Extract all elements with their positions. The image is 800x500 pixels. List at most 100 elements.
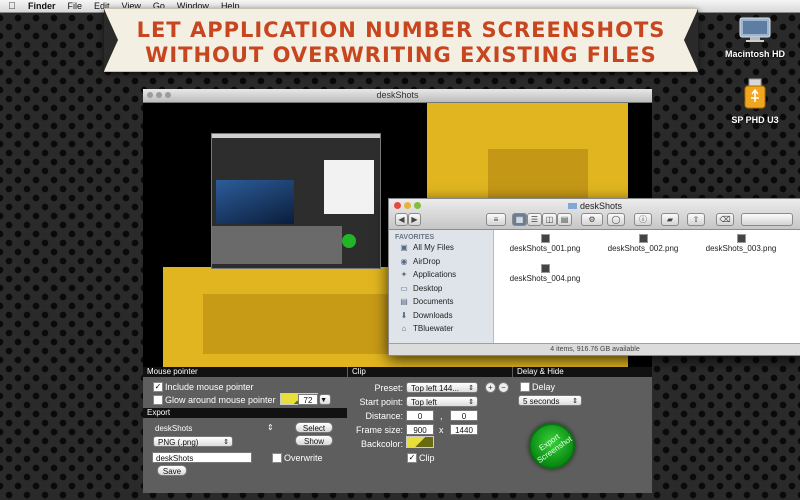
preset-select[interactable]: Top left 144... ⇕ <box>406 382 478 393</box>
sidebar-item-label: All My Files <box>413 243 454 253</box>
action-gear-button[interactable]: ⚙ <box>581 213 603 226</box>
sidebar-item-desktop[interactable]: ▭ Desktop <box>389 282 493 296</box>
overwrite-label: Overwrite <box>284 453 323 463</box>
file-name: deskShots_001.png <box>509 244 581 253</box>
clip-region-ghost-2 <box>203 294 403 354</box>
png-file-icon <box>638 234 648 243</box>
file-item[interactable]: deskShots_003.png <box>696 234 786 253</box>
distance-x-field[interactable]: 0 <box>406 410 434 421</box>
distance-label: Distance: <box>365 411 403 421</box>
nested-finder <box>324 160 374 214</box>
overwrite-checkbox[interactable] <box>272 453 282 463</box>
folder-stepper-icon[interactable]: ⇕ <box>267 423 274 432</box>
list-view-button[interactable]: ☰ <box>527 213 542 226</box>
forward-button[interactable]: ▶ <box>408 213 421 226</box>
icon-view-button[interactable]: ▦ <box>512 213 527 226</box>
delay-hide-header: Delay & Hide <box>513 367 652 377</box>
chevron-updown-icon: ⇕ <box>468 385 474 392</box>
chevron-down-icon: ▼ <box>320 397 327 404</box>
finder-title: deskShots <box>389 201 800 211</box>
back-button[interactable]: ◀ <box>395 213 408 226</box>
usb-drive-desktop-icon[interactable]: SP PHD U3 <box>720 78 790 125</box>
documents-icon: ▤ <box>400 297 408 307</box>
save-button[interactable]: Save <box>157 465 187 476</box>
sidebar-item-home[interactable]: ⌂ TBluewater <box>389 322 493 336</box>
sidebar-item-airdrop[interactable]: ◉ AirDrop <box>389 255 493 269</box>
add-preset-button[interactable]: + <box>485 382 496 393</box>
promo-banner: LET APPLICATION NUMBER SCREENSHOTS WITHO… <box>104 8 698 72</box>
applications-icon: ✦ <box>400 270 408 280</box>
nested-export-button <box>342 234 356 248</box>
export-screenshot-button[interactable]: Export Screenshot <box>529 423 575 469</box>
chevron-updown-icon: ⇕ <box>468 399 474 406</box>
png-file-icon <box>736 234 746 243</box>
frame-size-label: Frame size: <box>355 425 403 435</box>
clip-checkbox-label: Clip <box>419 453 435 463</box>
desktop-icon: ▭ <box>400 283 408 293</box>
file-item[interactable]: deskShots_001.png <box>500 234 590 253</box>
share-button[interactable]: ⇧ <box>687 213 705 226</box>
sidebar-item-label: TBluewater <box>413 324 454 334</box>
png-file-icon <box>540 234 550 243</box>
format-select-value: PNG (.png) <box>158 438 199 447</box>
select-folder-button[interactable]: Select <box>295 422 333 433</box>
sidebar-item-label: AirDrop <box>413 256 441 266</box>
coverflow-view-button[interactable]: ▤ <box>557 213 572 226</box>
format-select[interactable]: PNG (.png) ⇕ <box>153 436 233 447</box>
tags-button[interactable]: ◯ <box>607 213 625 226</box>
show-folder-button[interactable]: Show <box>295 435 333 446</box>
menu-file[interactable]: File <box>64 1 91 11</box>
sidebar-item-all-my-files[interactable]: ▣ All My Files <box>389 241 493 255</box>
clip-checkbox[interactable]: ✓ <box>407 453 417 463</box>
file-name: deskShots_002.png <box>607 244 679 253</box>
filename-field[interactable]: deskShots <box>152 452 252 463</box>
finder-search-field[interactable] <box>741 213 793 226</box>
glow-mouse-checkbox[interactable] <box>153 395 163 405</box>
apple-menu-icon[interactable]:  <box>0 1 24 12</box>
airdrop-icon: ◉ <box>400 256 408 266</box>
finder-window: deskShots ◀ ▶ ≡ ▦ ☰ ◫ ▤ ⚙ ◯ ⓘ ▰ ⇧ ⌫ FAVO… <box>388 198 800 356</box>
sidebar-item-downloads[interactable]: ⬇ Downloads <box>389 309 493 323</box>
preset-label: Preset: <box>374 383 403 393</box>
delay-select[interactable]: 5 seconds ⇕ <box>518 395 582 406</box>
export-button-label: Export Screenshot <box>535 431 574 465</box>
start-point-value: Top left <box>411 398 437 407</box>
sidebar-item-applications[interactable]: ✦ Applications <box>389 268 493 282</box>
finder-file-area: deskShots_001.png deskShots_002.png desk… <box>494 230 800 344</box>
trash-button[interactable]: ⌫ <box>716 213 734 226</box>
macintosh-hd-desktop-icon[interactable]: Macintosh HD <box>720 16 790 59</box>
column-view-button[interactable]: ◫ <box>542 213 557 226</box>
sidebar-item-documents[interactable]: ▤ Documents <box>389 295 493 309</box>
usb-drive-label: SP PHD U3 <box>731 115 779 125</box>
frame-height-field[interactable]: 1440 <box>450 424 478 435</box>
remove-preset-button[interactable]: − <box>498 382 509 393</box>
delay-label: Delay <box>532 382 556 392</box>
folder-icon <box>567 203 577 209</box>
clip-header: Clip <box>348 367 512 377</box>
start-point-label: Start point: <box>359 397 403 407</box>
file-name: deskShots_004.png <box>509 274 581 283</box>
frame-width-field[interactable]: 900 <box>406 424 434 435</box>
sidebar-item-label: Applications <box>413 270 457 280</box>
finder-title-text: deskShots <box>579 201 623 211</box>
menu-finder[interactable]: Finder <box>24 1 64 11</box>
pointer-size-field[interactable]: 72 <box>298 394 318 405</box>
info-button[interactable]: ⓘ <box>634 213 652 226</box>
home-icon: ⌂ <box>401 324 407 334</box>
new-folder-button[interactable]: ▰ <box>661 213 679 226</box>
include-mouse-checkbox[interactable]: ✓ <box>153 382 163 392</box>
finder-status-bar: 4 items, 916.76 GB available <box>389 343 800 355</box>
frame-separator: x <box>439 425 444 435</box>
delay-checkbox[interactable] <box>520 382 530 392</box>
clip-region-ghost <box>488 149 588 199</box>
file-item[interactable]: deskShots_004.png <box>500 264 590 283</box>
start-point-select[interactable]: Top left ⇕ <box>406 396 478 407</box>
arrange-button[interactable]: ≡ <box>486 213 506 226</box>
distance-y-field[interactable]: 0 <box>450 410 478 421</box>
files-icon: ▣ <box>400 243 408 253</box>
distance-separator: , <box>440 411 443 421</box>
finder-sidebar: FAVORITES ▣ All My Files ◉ AirDrop ✦ Applic… <box>389 230 494 344</box>
file-item[interactable]: deskShots_002.png <box>598 234 688 253</box>
backcolor-swatch[interactable] <box>406 436 434 448</box>
pointer-size-stepper[interactable]: ▼ <box>319 394 331 405</box>
